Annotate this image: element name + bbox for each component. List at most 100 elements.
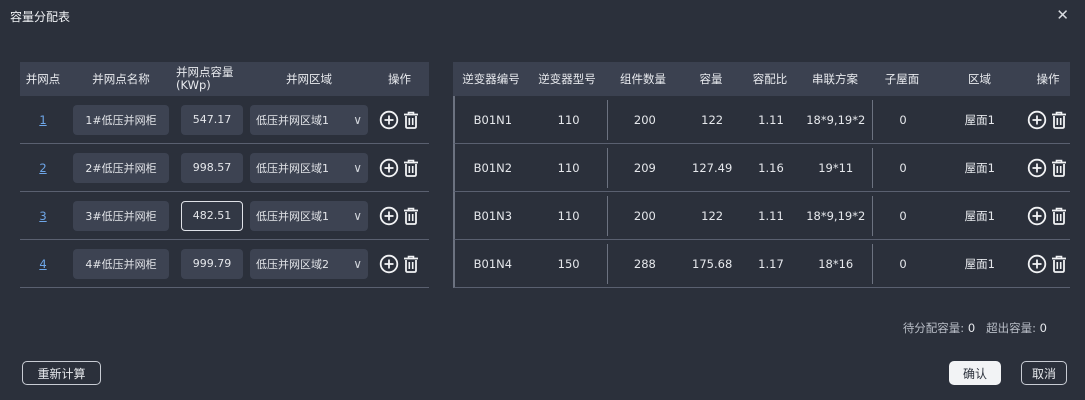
pending-capacity-label: 待分配容量:	[902, 321, 965, 335]
pending-capacity-value: 0	[967, 321, 976, 335]
ratio-cell: 1.11	[758, 208, 784, 223]
grid-region-select[interactable]: 低压并网区域2 ∨	[250, 248, 368, 279]
inverter-id-cell: B01N4	[473, 256, 513, 271]
chevron-down-icon: ∨	[353, 256, 362, 271]
plus-circle-icon[interactable]	[379, 110, 399, 130]
row-actions	[370, 254, 429, 274]
capacity-summary: 待分配容量: 0 超出容量: 0	[903, 320, 1047, 336]
grid-region-value: 低压并网区域2	[256, 257, 329, 271]
capacity-allocation-dialog: 容量分配表 ✕ 并网点 并网点名称 并网点容量 (KWp) 并网区域 操作 11…	[0, 0, 1085, 400]
trash-icon[interactable]	[1049, 158, 1069, 178]
excess-capacity-value: 0	[1039, 321, 1047, 335]
grid-point-name-cell: 1#低压并网柜	[66, 104, 176, 135]
capacity-cell: 122	[701, 208, 724, 223]
header-actions: 操作	[1036, 71, 1060, 86]
chevron-down-icon: ∨	[353, 208, 362, 223]
grid-point-name-field[interactable]: 1#低压并网柜	[73, 104, 169, 135]
grid-region-select[interactable]: 低压并网区域1 ∨	[250, 104, 368, 135]
trash-icon[interactable]	[401, 254, 421, 274]
module-count-cell: 200	[633, 208, 656, 223]
table-row: B01N4 150 288 175.68 1.17 18*16 0 屋面1	[453, 240, 1070, 288]
row-actions	[1026, 254, 1070, 274]
grid-point-index-link[interactable]: 4	[39, 257, 46, 271]
inverter-id-cell: B01N3	[473, 208, 513, 223]
confirm-button[interactable]: 确认	[949, 361, 1001, 385]
grid-point-index-cell: 3	[20, 209, 66, 223]
row-actions	[1026, 158, 1070, 178]
grid-point-name-field[interactable]: 4#低压并网柜	[73, 248, 169, 279]
capacity-cell: 175.68	[692, 256, 733, 271]
plus-circle-icon[interactable]	[379, 254, 399, 274]
series-scheme-cell: 19*11	[818, 160, 854, 175]
trash-icon[interactable]	[1049, 206, 1069, 226]
table-row: 2 2#低压并网柜 998.57 低压并网区域1 ∨	[20, 144, 429, 192]
series-scheme-cell: 18*9,19*2	[806, 112, 866, 127]
header-actions: 操作	[388, 71, 411, 86]
grid-point-index-cell: 4	[20, 257, 66, 271]
module-count-cell: 288	[633, 256, 656, 271]
capacity-cell: 122	[701, 112, 724, 127]
trash-icon[interactable]	[1049, 110, 1069, 130]
plus-circle-icon[interactable]	[1027, 158, 1047, 178]
inverter-model-cell: 110	[557, 208, 580, 223]
grid-point-capacity-field[interactable]: 999.79	[181, 248, 243, 279]
plus-circle-icon[interactable]	[1027, 110, 1047, 130]
area-cell: 屋面1	[964, 256, 995, 271]
grid-point-index-link[interactable]: 1	[39, 113, 46, 127]
trash-icon[interactable]	[401, 206, 421, 226]
module-count-cell: 209	[633, 160, 656, 175]
row-actions	[370, 158, 429, 178]
plus-circle-icon[interactable]	[379, 158, 399, 178]
cancel-button[interactable]: 取消	[1021, 361, 1067, 385]
trash-icon[interactable]	[401, 158, 421, 178]
grid-region-select[interactable]: 低压并网区域1 ∨	[250, 200, 368, 231]
grid-point-capacity-cell: 999.79	[176, 248, 248, 279]
close-icon[interactable]: ✕	[1056, 6, 1069, 24]
plus-circle-icon[interactable]	[1027, 206, 1047, 226]
ratio-cell: 1.16	[758, 160, 784, 175]
grid-point-index-link[interactable]: 3	[39, 209, 46, 223]
header-grid-point: 并网点	[25, 71, 61, 86]
excess-capacity-label: 超出容量:	[986, 321, 1037, 335]
header-capacity: 容量	[699, 71, 723, 86]
grid-point-table-header: 并网点 并网点名称 并网点容量 (KWp) 并网区域 操作	[20, 62, 429, 96]
table-row: B01N3 110 200 122 1.11 18*9,19*2 0 屋面1	[453, 192, 1070, 240]
grid-region-select[interactable]: 低压并网区域1 ∨	[250, 152, 368, 183]
series-scheme-cell: 18*16	[818, 256, 854, 271]
row-actions	[370, 110, 429, 130]
grid-point-name-field[interactable]: 2#低压并网柜	[73, 152, 169, 183]
grid-point-name-field[interactable]: 3#低压并网柜	[73, 200, 169, 231]
inverter-id-cell: B01N1	[473, 112, 513, 127]
table-row: B01N1 110 200 122 1.11 18*9,19*2 0 屋面1	[453, 96, 1070, 144]
grid-point-capacity-field[interactable]: 998.57	[181, 152, 243, 183]
chevron-down-icon: ∨	[353, 160, 362, 175]
grid-point-capacity-field[interactable]: 482.51	[181, 200, 243, 231]
area-cell: 屋面1	[964, 112, 995, 127]
trash-icon[interactable]	[1049, 254, 1069, 274]
grid-point-name-cell: 2#低压并网柜	[66, 152, 176, 183]
inverter-model-cell: 110	[557, 160, 580, 175]
inverter-id-cell: B01N2	[473, 160, 513, 175]
chevron-down-icon: ∨	[353, 112, 362, 127]
header-inverter-model: 逆变器型号	[538, 71, 596, 86]
grid-region-cell: 低压并网区域1 ∨	[248, 104, 370, 135]
header-series-scheme: 串联方案	[812, 71, 858, 86]
header-inverter-id: 逆变器编号	[462, 71, 520, 86]
sub-roof-cell: 0	[899, 112, 907, 127]
plus-circle-icon[interactable]	[1027, 254, 1047, 274]
inverter-model-cell: 150	[557, 256, 580, 271]
grid-point-capacity-cell: 547.17	[176, 104, 248, 135]
grid-point-capacity-cell: 482.51	[176, 200, 248, 231]
grid-point-name-cell: 4#低压并网柜	[66, 248, 176, 279]
grid-point-capacity-field[interactable]: 547.17	[181, 104, 243, 135]
trash-icon[interactable]	[401, 110, 421, 130]
recalculate-button[interactable]: 重新计算	[22, 361, 101, 385]
table-row: 1 1#低压并网柜 547.17 低压并网区域1 ∨	[20, 96, 429, 144]
grid-region-value: 低压并网区域1	[256, 113, 329, 127]
header-area: 区域	[968, 71, 991, 86]
sub-roof-cell: 0	[899, 256, 907, 271]
grid-point-index-link[interactable]: 2	[39, 161, 46, 175]
plus-circle-icon[interactable]	[379, 206, 399, 226]
sub-roof-cell: 0	[899, 208, 907, 223]
inverter-model-cell: 110	[557, 112, 580, 127]
